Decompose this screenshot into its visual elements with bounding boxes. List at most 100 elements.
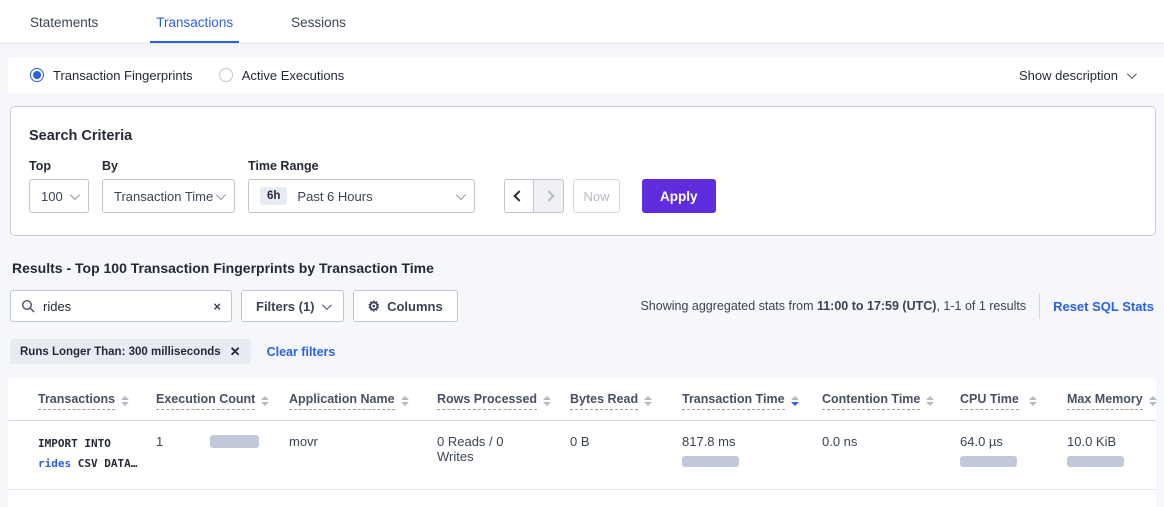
cell-bytes-read: 0 B	[540, 421, 652, 490]
reset-sql-stats-link[interactable]: Reset SQL Stats	[1053, 299, 1154, 314]
sort-icon[interactable]	[261, 396, 269, 406]
sort-icon-active[interactable]	[791, 396, 799, 406]
time-range-select-group: Time Range 6h Past 6 Hours	[248, 159, 475, 213]
by-label: By	[102, 159, 235, 173]
clear-filters-link[interactable]: Clear filters	[267, 345, 336, 359]
col-header-contention-time[interactable]: Contention Time	[792, 378, 930, 421]
cell-rows-processed: 0 Reads / 0 Writes	[407, 421, 540, 490]
search-criteria-title: Search Criteria	[29, 128, 1137, 144]
search-match-highlight: rides	[38, 457, 71, 470]
tab-sessions[interactable]: Sessions	[285, 0, 352, 43]
time-range-prev-button[interactable]	[504, 179, 534, 213]
by-select-value: Transaction Time	[114, 189, 213, 204]
time-range-value: Past 6 Hours	[297, 189, 372, 204]
col-header-application-name[interactable]: Application Name	[259, 378, 407, 421]
chevron-down-icon	[216, 190, 226, 200]
filter-chip-label: Runs Longer Than: 300 milliseconds	[20, 346, 221, 358]
time-range-select[interactable]: 6h Past 6 Hours	[248, 179, 475, 213]
radio-unselected-icon	[219, 68, 233, 82]
results-controls: × Filters (1) ⚙ Columns Showing aggregat…	[10, 290, 1154, 322]
filters-button[interactable]: Filters (1)	[241, 290, 344, 322]
radio-transaction-fingerprints[interactable]: Transaction Fingerprints	[30, 68, 193, 83]
sort-icon[interactable]	[543, 396, 551, 406]
top-tab-bar: Statements Transactions Sessions	[0, 0, 1164, 44]
metric-bar	[960, 456, 1017, 467]
tab-transactions[interactable]: Transactions	[150, 0, 239, 43]
col-header-max-memory[interactable]: Max Memory	[1037, 378, 1156, 421]
col-header-execution-count[interactable]: Execution Count	[126, 378, 259, 421]
columns-button-label: Columns	[387, 299, 443, 314]
filter-chip[interactable]: Runs Longer Than: 300 milliseconds ✕	[10, 339, 251, 364]
active-filters-row: Runs Longer Than: 300 milliseconds ✕ Cle…	[10, 339, 1164, 364]
radio-label: Active Executions	[242, 68, 345, 83]
by-select[interactable]: Transaction Time	[102, 179, 235, 213]
metric-bar	[1067, 456, 1124, 467]
sort-icon[interactable]	[1029, 396, 1037, 406]
metric-bar	[210, 435, 259, 448]
cell-application-name: movr	[259, 421, 407, 490]
top-select-value: 100	[41, 189, 63, 204]
show-description-toggle[interactable]: Show description	[1019, 68, 1134, 83]
chevron-down-icon	[456, 190, 466, 200]
col-header-cpu-time[interactable]: CPU Time	[930, 378, 1037, 421]
cell-transaction: IMPORT INTO rides CSV DATA…	[8, 421, 126, 490]
chevron-down-icon	[1127, 69, 1137, 79]
radio-active-executions[interactable]: Active Executions	[219, 68, 345, 83]
table-row: IMPORT INTO rides CSV DATA… 1 movr	[8, 421, 1156, 490]
time-range-badge: 6h	[260, 187, 287, 205]
table-header-row: Transactions Execution Count Application…	[8, 378, 1156, 421]
results-search-box: ×	[10, 290, 232, 322]
stats-range: 11:00 to 17:59 (UTC)	[817, 299, 936, 313]
col-header-rows-processed[interactable]: Rows Processed	[407, 378, 540, 421]
col-header-transaction-time[interactable]: Transaction Time	[652, 378, 792, 421]
chevron-down-icon	[321, 300, 331, 310]
gear-icon: ⚙	[368, 299, 381, 313]
search-icon	[21, 299, 35, 313]
top-select[interactable]: 100	[29, 179, 89, 213]
filters-button-label: Filters (1)	[256, 299, 315, 314]
sort-icon[interactable]	[121, 396, 129, 406]
time-range-next-button[interactable]	[534, 179, 564, 213]
cell-contention-time: 0.0 ns	[792, 421, 930, 490]
chevron-right-icon	[543, 190, 554, 201]
divider	[1039, 293, 1040, 319]
top-select-group: Top 100	[29, 159, 89, 213]
by-select-group: By Transaction Time	[102, 159, 235, 213]
results-heading: Results - Top 100 Transaction Fingerprin…	[12, 260, 1164, 276]
apply-button[interactable]: Apply	[642, 179, 716, 213]
transactions-table: Transactions Execution Count Application…	[8, 378, 1156, 490]
transactions-page: Statements Transactions Sessions Transac…	[0, 0, 1164, 501]
sort-icon[interactable]	[926, 396, 934, 406]
col-header-bytes-read[interactable]: Bytes Read	[540, 378, 652, 421]
col-header-transactions[interactable]: Transactions	[8, 378, 126, 421]
stats-suffix: , 1-1 of 1 results	[936, 299, 1026, 313]
now-button[interactable]: Now	[573, 179, 620, 213]
stats-prefix: Showing aggregated stats from	[640, 299, 817, 313]
cell-max-memory: 10.0 KiB	[1037, 421, 1156, 490]
clear-search-icon[interactable]: ×	[213, 300, 221, 313]
radio-selected-icon	[30, 68, 44, 82]
chevron-down-icon	[70, 190, 80, 200]
tab-statements[interactable]: Statements	[24, 0, 104, 43]
sort-icon[interactable]	[1149, 396, 1157, 406]
chevron-left-icon	[513, 190, 524, 201]
aggregated-stats-text: Showing aggregated stats from 11:00 to 1…	[640, 293, 1154, 319]
sort-icon[interactable]	[644, 396, 652, 406]
metric-bar	[682, 456, 739, 467]
cell-cpu-time: 64.0 µs	[930, 421, 1037, 490]
view-toggle-strip: Transaction Fingerprints Active Executio…	[8, 57, 1164, 93]
cell-transaction-time: 817.8 ms	[652, 421, 792, 490]
columns-button[interactable]: ⚙ Columns	[353, 290, 458, 322]
radio-label: Transaction Fingerprints	[53, 68, 193, 83]
cell-execution-count: 1	[126, 421, 259, 490]
top-label: Top	[29, 159, 89, 173]
time-range-arrows	[504, 179, 564, 213]
search-criteria-card: Search Criteria Top 100 By Transaction T…	[10, 106, 1156, 236]
results-table-card: Transactions Execution Count Application…	[8, 378, 1156, 507]
transaction-fingerprint-link[interactable]: IMPORT INTO rides CSV DATA…	[38, 434, 126, 474]
remove-filter-icon[interactable]: ✕	[230, 345, 241, 358]
search-input[interactable]	[43, 299, 213, 314]
sort-icon[interactable]	[401, 396, 409, 406]
time-range-label: Time Range	[248, 159, 475, 173]
show-description-label: Show description	[1019, 68, 1118, 83]
